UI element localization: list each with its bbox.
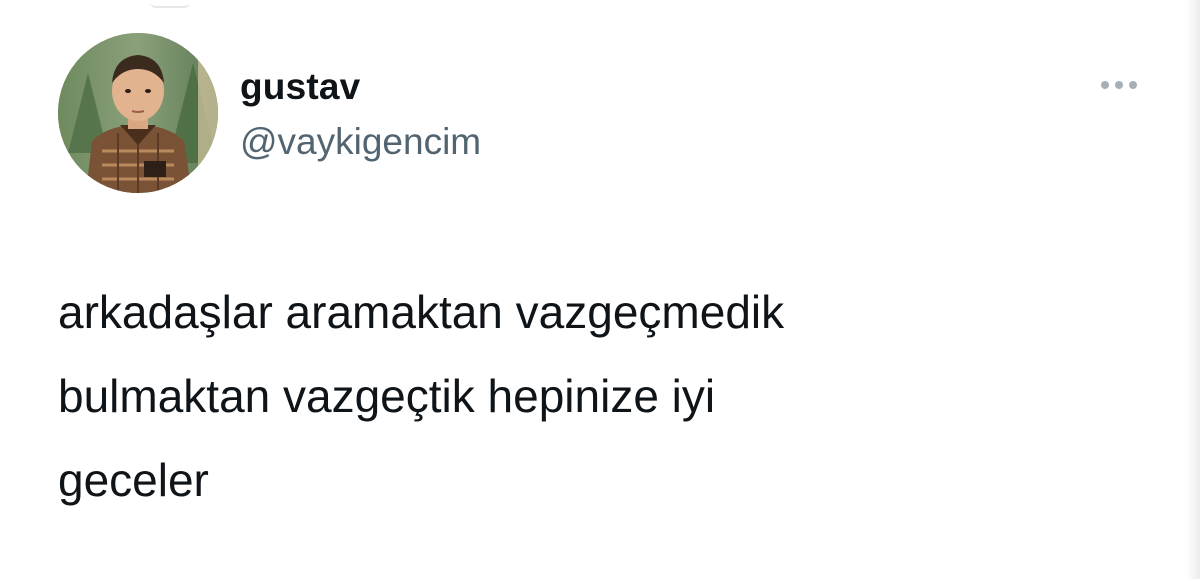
- more-horizontal-icon: [1101, 81, 1109, 89]
- avatar[interactable]: [58, 33, 218, 193]
- tweet-text-line: geceler: [58, 454, 209, 506]
- display-name[interactable]: gustav: [240, 66, 360, 108]
- tweet-text-line: arkadaşlar aramaktan vazgeçmedik: [58, 286, 785, 338]
- user-handle[interactable]: @vaykigencim: [240, 121, 481, 163]
- more-options-button[interactable]: [1094, 72, 1144, 98]
- tweet-card: gustav @vaykigencim arkadaşlar aramaktan…: [0, 0, 1200, 579]
- cropped-top-artifact: [150, 0, 190, 8]
- tweet-text: arkadaşlar aramaktan vazgeçmedik bulmakt…: [58, 270, 1138, 522]
- more-horizontal-icon-dot: [1115, 81, 1123, 89]
- more-horizontal-icon-dot: [1129, 81, 1137, 89]
- right-edge-shadow: [1186, 0, 1200, 579]
- tweet-text-line: bulmaktan vazgeçtik hepinize iyi: [58, 370, 716, 422]
- child-photo-avatar-icon: [58, 33, 218, 193]
